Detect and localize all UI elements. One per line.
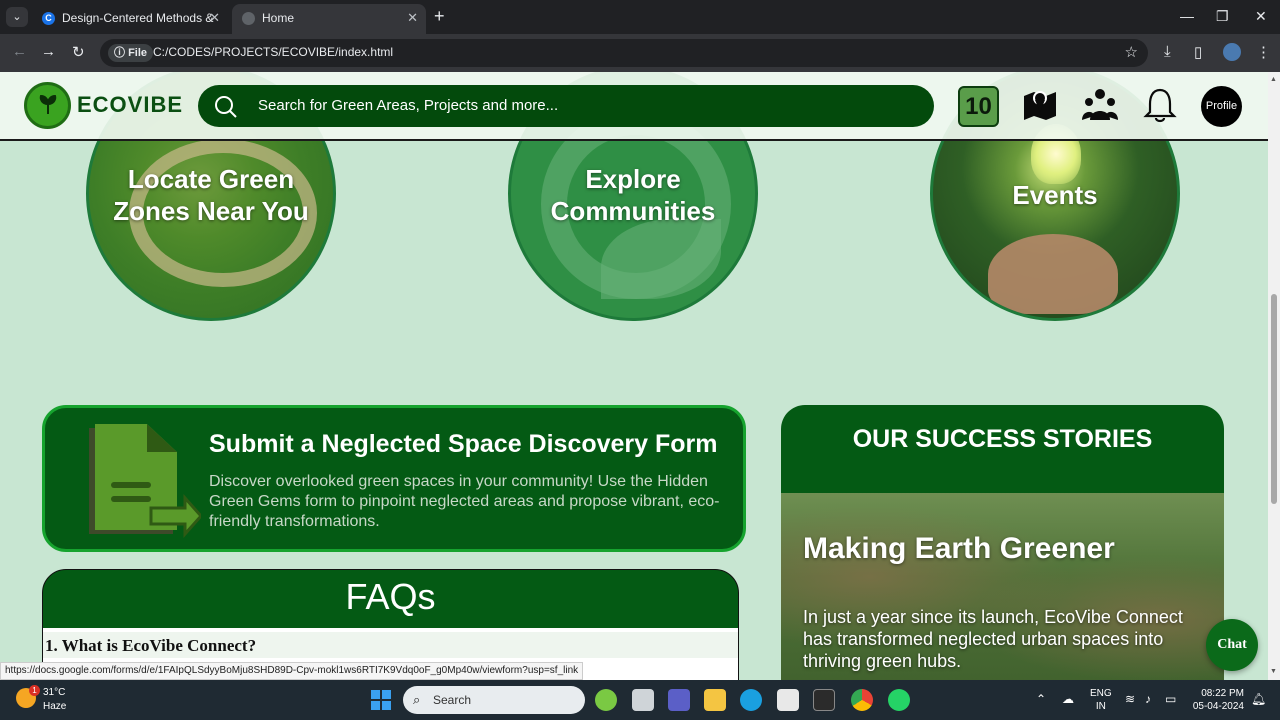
search-icon: ⌕: [413, 692, 421, 707]
file-chip-label: File: [128, 47, 148, 59]
community-icon[interactable]: [1082, 86, 1118, 124]
file-explorer-icon[interactable]: [704, 689, 726, 711]
form-document-icon: [89, 424, 201, 538]
site-search-bar[interactable]: Search for Green Areas, Projects and mor…: [198, 85, 934, 127]
feature-label-line2: Zones Near You: [113, 196, 309, 226]
form-card-title: Submit a Neglected Space Discovery Form: [209, 430, 718, 458]
windows-taskbar: 1 31°C Haze ⌕ Search ⌃ ☁ ENG IN ≋ ♪ ▭ 08…: [0, 680, 1280, 720]
battery-icon[interactable]: ▭: [1165, 692, 1176, 706]
feature-label-line2: Communities: [550, 196, 716, 226]
language-code: ENG: [1090, 688, 1112, 699]
browser-profile-avatar[interactable]: [1223, 43, 1241, 61]
success-stories-section: OUR SUCCESS STORIES Making Earth Greener…: [781, 405, 1224, 680]
side-panel-icon[interactable]: ▯: [1194, 43, 1202, 61]
chrome-app-icon[interactable]: [851, 689, 873, 711]
region-code: IN: [1095, 701, 1106, 712]
scroll-up-arrow-icon[interactable]: ▲: [1270, 76, 1277, 83]
clock-time: 08:22 PM: [1201, 688, 1244, 699]
browser-toolbar: ← → ↻ ⓘ File C:/CODES/PROJECTS/ECOVIBE/i…: [0, 34, 1280, 72]
volume-icon[interactable]: ♪: [1145, 692, 1151, 706]
reload-button[interactable]: ↻: [72, 43, 85, 61]
weather-temperature[interactable]: 31°C: [43, 687, 65, 698]
close-tab-icon[interactable]: ✕: [209, 4, 220, 32]
form-card-description: Discover overlooked green spaces in your…: [209, 473, 720, 530]
close-window-button[interactable]: ✕: [1255, 8, 1267, 25]
download-icon[interactable]: ⤓: [1164, 43, 1171, 60]
wifi-icon[interactable]: ≋: [1125, 692, 1135, 706]
whatsapp-app-icon[interactable]: [888, 689, 910, 711]
page-viewport: Locate Green Zones Near You Explore Comm…: [0, 72, 1268, 680]
microsoft-store-icon[interactable]: [777, 689, 799, 711]
language-indicator[interactable]: ENG IN: [1090, 687, 1112, 713]
new-tab-button[interactable]: +: [434, 6, 445, 27]
copilot-app-icon[interactable]: [595, 689, 617, 711]
search-placeholder[interactable]: Search for Green Areas, Projects and mor…: [258, 97, 558, 114]
success-story-heading: Making Earth Greener: [803, 532, 1115, 565]
teams-app-icon[interactable]: [668, 689, 690, 711]
clock-date: 05-04-2024: [1192, 701, 1244, 712]
success-story-text: In just a year since its launch, EcoVibe…: [803, 607, 1183, 671]
notification-bell-icon[interactable]: [1142, 86, 1178, 124]
page-scrollbar[interactable]: ▲ ▼: [1268, 72, 1280, 680]
minimize-button[interactable]: —: [1180, 8, 1194, 24]
tab-favicon-icon: C: [42, 12, 55, 25]
profile-button[interactable]: Profile: [1201, 86, 1242, 127]
close-tab-icon[interactable]: ✕: [407, 4, 418, 32]
tab-search-menu-button[interactable]: ⌄: [6, 7, 28, 27]
address-bar[interactable]: ⓘ File C:/CODES/PROJECTS/ECOVIBE/index.h…: [100, 39, 1148, 67]
chat-button[interactable]: Chat: [1206, 619, 1258, 671]
notification-bell-icon[interactable]: 🔔︎: [1251, 692, 1266, 706]
browser-menu-icon[interactable]: ⋮: [1256, 43, 1271, 61]
tab-favicon-icon: [242, 12, 255, 25]
map-icon[interactable]: [1022, 86, 1058, 124]
bookmark-star-icon[interactable]: ☆: [1125, 43, 1138, 61]
scroll-down-arrow-icon[interactable]: ▼: [1270, 668, 1277, 675]
weather-notification-badge: 1: [29, 685, 40, 696]
task-view-icon[interactable]: [632, 689, 654, 711]
site-header: ECOVIBE Search for Green Areas, Projects…: [0, 72, 1268, 141]
feature-label: Events: [1012, 180, 1098, 210]
site-info-chip[interactable]: ⓘ File: [108, 44, 154, 62]
browser-tab-strip: ⌄ C Design-Centered Methods & W ✕ Home ✕…: [0, 0, 1280, 53]
link-status-bar: https://docs.google.com/forms/d/e/1FAIpQ…: [0, 662, 584, 680]
feature-label-line1: Explore: [585, 164, 681, 194]
hand-graphic: [988, 234, 1118, 314]
logo-text[interactable]: ECOVIBE: [77, 92, 183, 118]
discovery-form-card[interactable]: Submit a Neglected Space Discovery Form …: [42, 405, 746, 552]
success-stories-title: OUR SUCCESS STORIES: [852, 425, 1153, 453]
points-badge[interactable]: 10: [958, 86, 999, 127]
scrollbar-thumb[interactable]: [1271, 294, 1277, 504]
taskbar-search-label: Search: [433, 693, 472, 707]
forward-button[interactable]: →: [41, 43, 56, 60]
system-clock[interactable]: 08:22 PM 05-04-2024: [1190, 687, 1244, 713]
tab-home[interactable]: Home ✕: [232, 4, 426, 34]
onedrive-cloud-icon[interactable]: ☁: [1062, 692, 1074, 706]
url-text[interactable]: C:/CODES/PROJECTS/ECOVIBE/index.html: [153, 45, 393, 59]
weather-description[interactable]: Haze: [43, 701, 66, 712]
tab-title: Home: [262, 11, 295, 25]
windows-start-icon[interactable]: [371, 690, 391, 710]
tab-design-centered-methods[interactable]: C Design-Centered Methods & W ✕: [32, 4, 228, 53]
faq-question[interactable]: 1. What is EcoVibe Connect?: [43, 632, 738, 658]
feature-label-line1: Locate Green: [127, 164, 295, 194]
back-button[interactable]: ←: [12, 43, 27, 60]
ecovibe-logo-icon[interactable]: [24, 82, 71, 129]
edge-browser-icon[interactable]: [740, 689, 762, 711]
taskbar-search-box[interactable]: ⌕ Search: [403, 686, 585, 714]
terminal-icon[interactable]: [813, 689, 835, 711]
leaf-icon: [39, 95, 57, 114]
maximize-button[interactable]: ❐: [1216, 8, 1229, 25]
faq-title: FAQs: [345, 576, 436, 617]
search-icon: [215, 96, 237, 118]
show-hidden-icons-chevron-icon[interactable]: ⌃: [1036, 692, 1046, 706]
